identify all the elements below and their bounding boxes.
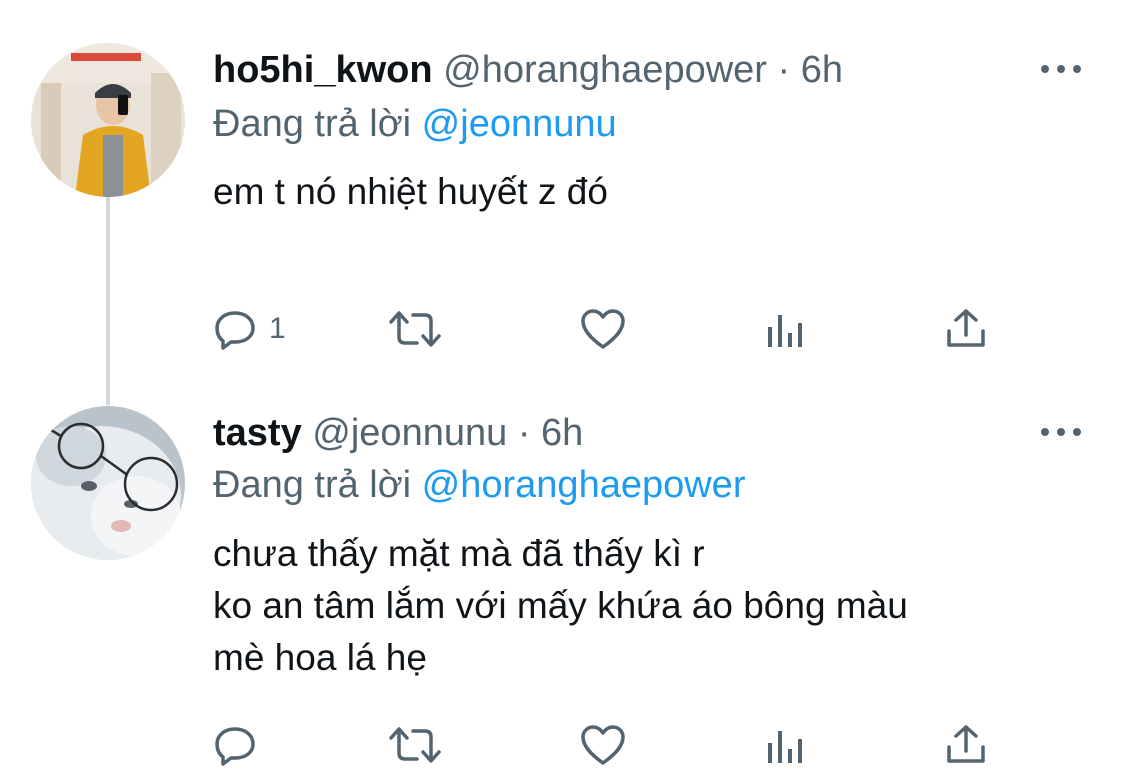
replying-prefix: Đang trả lời <box>213 103 412 145</box>
reply-icon <box>213 307 257 351</box>
avatar-tasty[interactable] <box>31 406 185 560</box>
user-handle[interactable]: @horanghaepower <box>443 49 767 91</box>
tweet-text: em t nó nhiệt huyết z đó <box>213 166 608 218</box>
tweet-text-line: ko an tâm lắm với mấy khứa áo bông màu <box>213 585 908 626</box>
like-icon <box>579 307 627 351</box>
reply-icon <box>213 723 257 767</box>
tweet-text-line: em t nó nhiệt huyết z đó <box>213 171 608 212</box>
timestamp[interactable]: 6h <box>541 412 583 454</box>
replying-prefix: Đang trả lời <box>213 464 412 506</box>
reply-button[interactable]: 1 <box>213 304 286 354</box>
share-icon <box>944 723 988 767</box>
analytics-icon <box>765 723 805 767</box>
like-icon <box>579 723 627 767</box>
tweet-header: ho5hi_kwon @horanghaepower · 6h <box>213 47 843 93</box>
more-options-icon[interactable] <box>1041 422 1081 442</box>
analytics-button[interactable] <box>765 720 805 770</box>
replying-to-line: Đang trả lời @horanghaepower <box>213 462 745 508</box>
reply-count: 1 <box>269 312 286 345</box>
tweet-text-line: chưa thấy mặt mà đã thấy kì r <box>213 533 705 574</box>
replying-to-line: Đang trả lời @jeonnunu <box>213 101 617 147</box>
avatar-ho5hi-kwon[interactable] <box>31 43 185 197</box>
tweet-actions <box>213 720 1013 770</box>
tweet-actions: 1 <box>213 304 1013 354</box>
analytics-button[interactable] <box>765 304 805 354</box>
display-name[interactable]: tasty <box>213 412 302 454</box>
retweet-icon <box>387 723 443 767</box>
separator-dot: · <box>777 49 791 91</box>
timestamp[interactable]: 6h <box>801 49 843 91</box>
tweet-text-line: mè hoa lá hẹ <box>213 637 427 678</box>
retweet-button[interactable] <box>387 304 443 354</box>
more-options-icon[interactable] <box>1041 59 1081 79</box>
share-button[interactable] <box>944 304 988 354</box>
tweet-text: chưa thấy mặt mà đã thấy kì r ko an tâm … <box>213 528 908 684</box>
tweet-1[interactable]: ho5hi_kwon @horanghaepower · 6h Đang trả… <box>0 0 1125 400</box>
like-button[interactable] <box>579 304 627 354</box>
separator-dot: · <box>517 412 531 454</box>
like-button[interactable] <box>579 720 627 770</box>
replying-to-mention[interactable]: @jeonnunu <box>422 103 617 145</box>
tweet-2[interactable]: tasty @jeonnunu · 6h Đang trả lời @horan… <box>0 400 1125 775</box>
retweet-button[interactable] <box>387 720 443 770</box>
analytics-icon <box>765 307 805 351</box>
retweet-icon <box>387 307 443 351</box>
reply-button[interactable] <box>213 720 269 770</box>
replying-to-mention[interactable]: @horanghaepower <box>422 464 746 506</box>
user-handle[interactable]: @jeonnunu <box>312 412 507 454</box>
share-icon <box>944 307 988 351</box>
display-name[interactable]: ho5hi_kwon <box>213 49 433 91</box>
share-button[interactable] <box>944 720 988 770</box>
tweet-header: tasty @jeonnunu · 6h <box>213 410 583 456</box>
